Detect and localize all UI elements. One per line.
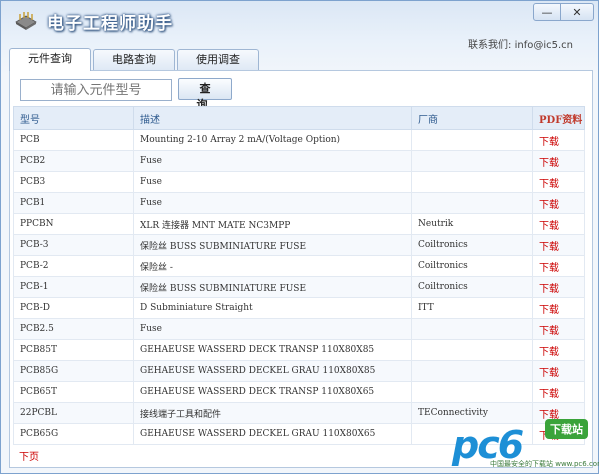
cell-maker: Neutrik bbox=[411, 213, 533, 235]
table-row[interactable]: PCB2 Fuse 下载 bbox=[13, 150, 585, 172]
cell-description: Fuse bbox=[133, 150, 412, 172]
cell-description: 保险丝 BUSS SUBMINIATURE FUSE bbox=[133, 234, 412, 256]
cell-description: GEHAEUSE WASSERD DECK TRANSP 110X80X85 bbox=[133, 339, 412, 361]
tab-component-query[interactable]: 元件查询 bbox=[9, 48, 91, 71]
app-chip-icon bbox=[15, 12, 37, 30]
cell-maker bbox=[411, 129, 533, 151]
close-button[interactable]: ✕ bbox=[561, 3, 594, 21]
cell-maker bbox=[411, 192, 533, 214]
download-link[interactable]: 下载 bbox=[532, 318, 585, 340]
download-link[interactable]: 下载 bbox=[532, 129, 585, 151]
download-link[interactable]: 下载 bbox=[532, 276, 585, 298]
table-row[interactable]: PCB-D D Subminiature Straight ITT 下载 bbox=[13, 297, 585, 319]
table-row[interactable]: PCB2.5 Fuse 下载 bbox=[13, 318, 585, 340]
minimize-icon: — bbox=[541, 5, 553, 19]
download-link[interactable]: 下载 bbox=[532, 255, 585, 277]
cell-maker: Coiltronics bbox=[411, 276, 533, 298]
table-row[interactable]: PCB Mounting 2-10 Array 2 mA/(Voltage Opt… bbox=[13, 129, 585, 151]
cell-maker bbox=[411, 150, 533, 172]
cell-model: PPCBN bbox=[13, 213, 134, 235]
cell-model: PCB2 bbox=[13, 150, 134, 172]
table-row[interactable]: PCB85T GEHAEUSE WASSERD DECK TRANSP 110X8… bbox=[13, 339, 585, 361]
tab-usage-survey[interactable]: 使用调查 bbox=[177, 49, 259, 70]
cell-model: 22PCBL bbox=[13, 402, 134, 424]
download-link[interactable]: 下载 bbox=[532, 150, 585, 172]
cell-description: Fuse bbox=[133, 318, 412, 340]
cell-model: PCB65G bbox=[13, 423, 134, 445]
tab-bar: 元件查询 电路查询 使用调查 bbox=[9, 48, 261, 71]
contact-info: 联系我们: info@ic5.cn bbox=[468, 40, 573, 51]
cell-model: PCB-D bbox=[13, 297, 134, 319]
table-header-row: 型号 描述 厂商 PDF资料 bbox=[13, 106, 585, 130]
cell-maker bbox=[411, 318, 533, 340]
cell-description: GEHAEUSE WASSERD DECKEL GRAU 110X80X85 bbox=[133, 360, 412, 382]
header-model: 型号 bbox=[13, 106, 134, 130]
header-description: 描述 bbox=[133, 106, 412, 130]
cell-model: PCB85T bbox=[13, 339, 134, 361]
cell-model: PCB85G bbox=[13, 360, 134, 382]
cell-model: PCB bbox=[13, 129, 134, 151]
cell-description: Fuse bbox=[133, 192, 412, 214]
table-row[interactable]: PCB-2 保险丝 - Coiltronics 下载 bbox=[13, 255, 585, 277]
cell-maker bbox=[411, 171, 533, 193]
table-row[interactable]: PCB-1 保险丝 BUSS SUBMINIATURE FUSE Coiltroni… bbox=[13, 276, 585, 298]
minimize-button[interactable]: — bbox=[533, 3, 561, 21]
cell-model: PCB65T bbox=[13, 381, 134, 403]
component-search-input[interactable] bbox=[20, 79, 172, 101]
cell-maker bbox=[411, 360, 533, 382]
download-link[interactable]: 下载 bbox=[532, 171, 585, 193]
cell-model: PCB3 bbox=[13, 171, 134, 193]
cell-maker: ITT bbox=[411, 297, 533, 319]
download-link[interactable]: 下载 bbox=[532, 297, 585, 319]
close-icon: ✕ bbox=[572, 5, 582, 19]
cell-model: PCB-1 bbox=[13, 276, 134, 298]
cell-maker bbox=[411, 339, 533, 361]
download-link[interactable]: 下载 bbox=[532, 339, 585, 361]
cell-description: 接线端子工具和配件 bbox=[133, 402, 412, 424]
title-bar[interactable]: 电子工程师助手 — ✕ bbox=[1, 1, 598, 39]
table-row[interactable]: PCB85G GEHAEUSE WASSERD DECKEL GRAU 110X8… bbox=[13, 360, 585, 382]
query-panel: 查 询 型号 描述 厂商 PDF资料 PCBMounting 2-10 Arra… bbox=[9, 70, 593, 468]
window-controls: — ✕ bbox=[533, 3, 594, 21]
download-link[interactable]: 下载 bbox=[532, 381, 585, 403]
cell-maker: Coiltronics bbox=[411, 234, 533, 256]
cell-maker: Coiltronics bbox=[411, 255, 533, 277]
cell-model: PCB-3 bbox=[13, 234, 134, 256]
table-row[interactable]: PCB65T GEHAEUSE WASSERD DECK TRANSP 110X8… bbox=[13, 381, 585, 403]
download-link[interactable]: 下载 bbox=[532, 192, 585, 214]
search-button[interactable]: 查 询 bbox=[178, 78, 232, 111]
header-pdf: PDF资料 bbox=[532, 106, 585, 130]
cell-description: 保险丝 - bbox=[133, 255, 412, 277]
results-table: 型号 描述 厂商 PDF资料 PCB Mounting 2-10 Array 2 … bbox=[13, 106, 585, 445]
cell-description: GEHAEUSE WASSERD DECKEL GRAU 110X80X65 bbox=[133, 423, 412, 445]
cell-model: PCB2.5 bbox=[13, 318, 134, 340]
cell-description: Fuse bbox=[133, 171, 412, 193]
cell-description: D Subminiature Straight bbox=[133, 297, 412, 319]
cell-description: 保险丝 BUSS SUBMINIATURE FUSE bbox=[133, 276, 412, 298]
cell-maker bbox=[411, 381, 533, 403]
tab-circuit-query[interactable]: 电路查询 bbox=[93, 49, 175, 70]
download-link[interactable]: 下载 bbox=[532, 234, 585, 256]
app-window: 电子工程师助手 — ✕ 联系我们: info@ic5.cn 元件查询 电路查询 … bbox=[0, 0, 599, 474]
cell-description: XLR 连接器 MNT MATE NC3MPP bbox=[133, 213, 412, 235]
cell-description: Mounting 2-10 Array 2 mA/(Voltage Option… bbox=[133, 129, 412, 151]
table-row[interactable]: PPCBN XLR 连接器 MNT MATE NC3MPP Neutrik 下载 bbox=[13, 213, 585, 235]
pc6-watermark: pc6 下载站 中国最安全的下载站 www.pc6.com bbox=[452, 419, 599, 469]
cell-model: PCB-2 bbox=[13, 255, 134, 277]
download-link[interactable]: 下载 bbox=[532, 213, 585, 235]
table-row[interactable]: PCB-3 保险丝 BUSS SUBMINIATURE FUSE Coiltroni… bbox=[13, 234, 585, 256]
watermark-tagline: 中国最安全的下载站 www.pc6.com bbox=[490, 460, 599, 468]
next-page-link[interactable]: 下页 bbox=[19, 448, 39, 463]
download-link[interactable]: 下载 bbox=[532, 360, 585, 382]
window-title: 电子工程师助手 bbox=[47, 14, 173, 34]
cell-model: PCB1 bbox=[13, 192, 134, 214]
table-row[interactable]: PCB3 Fuse 下载 bbox=[13, 171, 585, 193]
cell-description: GEHAEUSE WASSERD DECK TRANSP 110X80X65 bbox=[133, 381, 412, 403]
table-row[interactable]: PCB1 Fuse 下载 bbox=[13, 192, 585, 214]
watermark-badge: 下载站 bbox=[545, 419, 588, 439]
header-maker: 厂商 bbox=[411, 106, 533, 130]
